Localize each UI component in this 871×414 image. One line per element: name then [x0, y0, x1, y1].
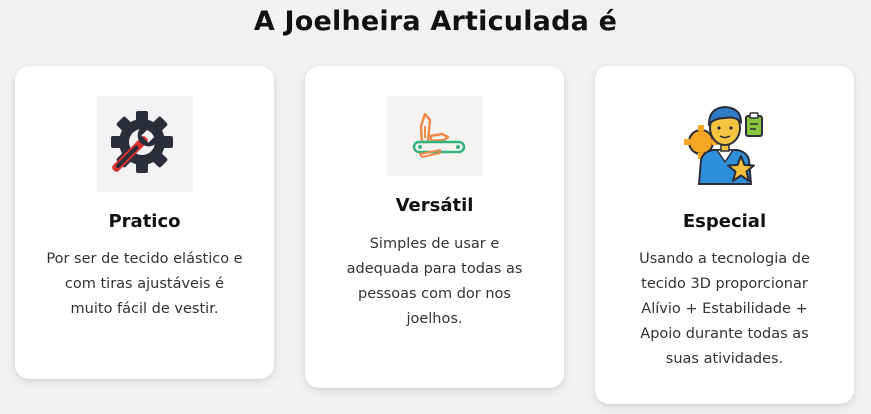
- card-description: Simples de usar e adequada para todas as…: [347, 232, 523, 332]
- specialist-person-icon: [677, 94, 773, 190]
- description-line: pessoas com dor nos: [357, 286, 511, 302]
- description-line: suas atividades.: [665, 351, 784, 367]
- description-line: muito fácil de vestir.: [70, 301, 219, 317]
- feature-card-versatil: Versátil Simples de usar e adequada para…: [305, 66, 564, 388]
- page-title: A Joelheira Articulada é: [253, 6, 618, 37]
- description-line: joelhos.: [406, 311, 463, 327]
- feature-card-pratico: Pratico Por ser de tecido elástico e com…: [15, 66, 274, 379]
- description-line: tecido 3D proporcionar: [641, 276, 808, 292]
- description-line: com tiras ajustáveis é: [64, 276, 225, 292]
- card-description: Usando a tecnologia de tecido 3D proporc…: [639, 247, 810, 372]
- gear-wrench-icon: [96, 96, 193, 192]
- card-title: Pratico: [108, 211, 181, 232]
- card-title: Versátil: [395, 195, 474, 216]
- description-line: Simples de usar e: [369, 236, 500, 252]
- feature-card-especial: Especial Usando a tecnologia de tecido 3…: [595, 66, 854, 404]
- description-line: Alívio + Estabilidade +: [641, 301, 808, 317]
- card-title: Especial: [682, 211, 767, 232]
- description-line: Apoio durante todas as: [640, 326, 809, 342]
- description-line: Por ser de tecido elástico e: [46, 251, 243, 267]
- pocket-knife-icon: [386, 96, 483, 176]
- description-line: Usando a tecnologia de: [639, 251, 810, 267]
- card-description: Por ser de tecido elástico e com tiras a…: [46, 247, 242, 322]
- description-line: adequada para todas as: [346, 261, 523, 277]
